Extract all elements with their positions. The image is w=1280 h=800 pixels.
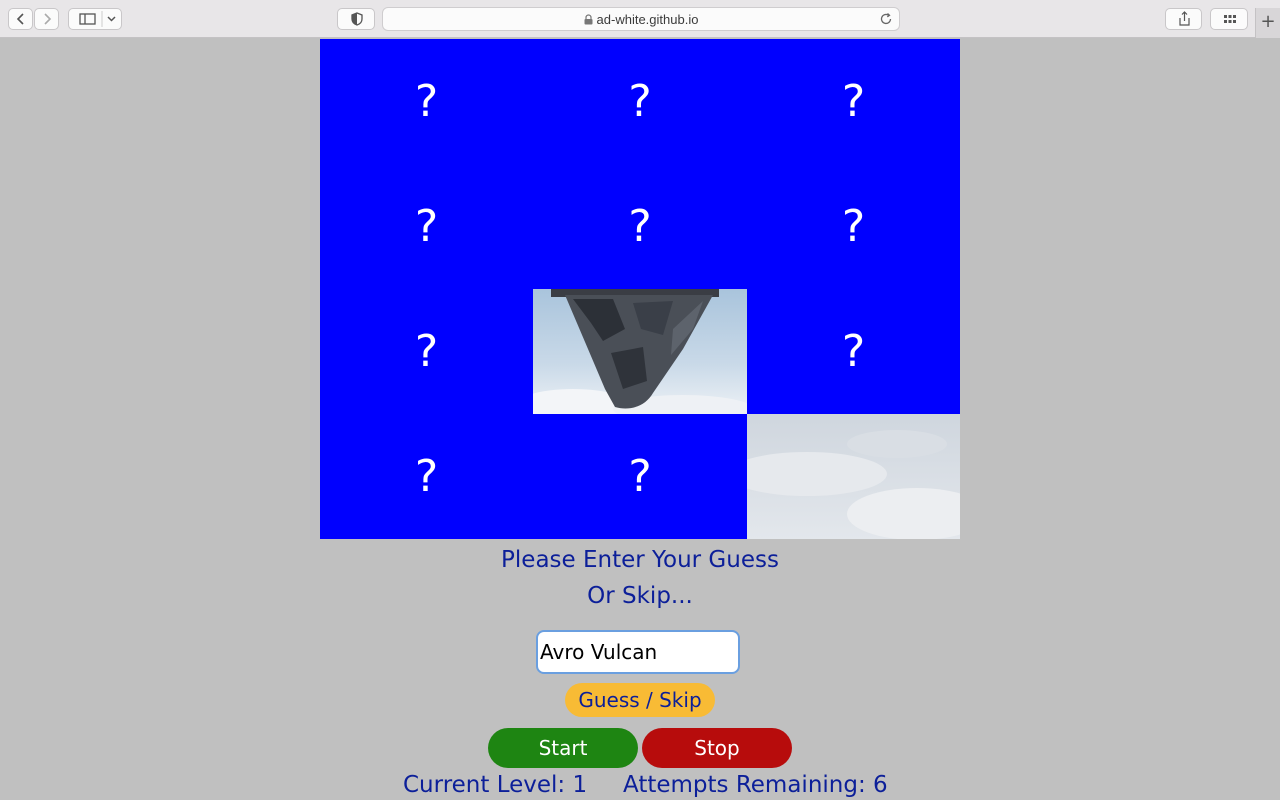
- grid-icon: [1224, 15, 1236, 23]
- current-level: Current Level: 1: [403, 772, 588, 798]
- share-button[interactable]: [1165, 8, 1202, 30]
- puzzle-board: ? ? ? ? ? ? ? ? ? ?: [320, 39, 960, 539]
- tile-10[interactable]: ?: [320, 414, 533, 539]
- tile-label: ?: [628, 450, 652, 502]
- tile-2[interactable]: ?: [533, 39, 747, 164]
- lock-icon: [584, 14, 593, 25]
- sidebar-icon: [79, 13, 96, 25]
- tile-9[interactable]: ?: [747, 289, 960, 414]
- sidebar-button[interactable]: [68, 8, 122, 30]
- address-bar[interactable]: ad-white.github.io: [382, 7, 900, 31]
- tile-3[interactable]: ?: [747, 39, 960, 164]
- tile-1[interactable]: ?: [320, 39, 533, 164]
- address-text-row: ad-white.github.io: [383, 12, 899, 27]
- skip-prompt: Or Skip...: [587, 583, 693, 609]
- tile-label: ?: [628, 75, 652, 127]
- aircraft-image-fragment: [533, 289, 747, 414]
- attempts-remaining: Attempts Remaining: 6: [623, 772, 888, 798]
- tile-label: ?: [841, 200, 866, 252]
- tab-overview-button[interactable]: [1210, 8, 1248, 30]
- tile-7[interactable]: ?: [320, 289, 533, 414]
- tile-label: ?: [628, 200, 652, 252]
- tile-4[interactable]: ?: [320, 164, 533, 289]
- browser-toolbar: ad-white.github.io +: [0, 0, 1280, 38]
- tile-label: ?: [414, 450, 439, 502]
- tile-12-revealed-image: [747, 414, 960, 539]
- guess-input[interactable]: [536, 630, 740, 674]
- chevron-down-icon: [107, 16, 116, 22]
- tile-label: ?: [841, 75, 866, 127]
- guess-prompt: Please Enter Your Guess: [501, 547, 779, 573]
- forward-button[interactable]: [34, 8, 59, 30]
- tile-label: ?: [414, 200, 439, 252]
- sky-image-fragment: [747, 414, 960, 539]
- stop-button[interactable]: Stop: [642, 728, 792, 768]
- tile-6[interactable]: ?: [747, 164, 960, 289]
- tile-8-revealed-image: [533, 289, 747, 414]
- back-button[interactable]: [8, 8, 33, 30]
- start-button[interactable]: Start: [488, 728, 638, 768]
- share-icon: [1179, 11, 1190, 26]
- tile-5[interactable]: ?: [533, 164, 747, 289]
- tile-label: ?: [841, 325, 866, 377]
- guess-skip-button[interactable]: Guess / Skip: [565, 683, 715, 717]
- reload-icon[interactable]: [879, 12, 893, 26]
- tile-11[interactable]: ?: [533, 414, 747, 539]
- new-tab-button[interactable]: +: [1255, 8, 1280, 38]
- url-text: ad-white.github.io: [596, 12, 699, 27]
- shield-icon: [351, 12, 363, 26]
- privacy-report-button[interactable]: [337, 8, 375, 30]
- tile-label: ?: [414, 325, 439, 377]
- tile-label: ?: [414, 75, 439, 127]
- chevron-left-icon: [16, 13, 24, 25]
- chevron-right-icon: [43, 13, 51, 25]
- plus-icon: +: [1260, 11, 1276, 32]
